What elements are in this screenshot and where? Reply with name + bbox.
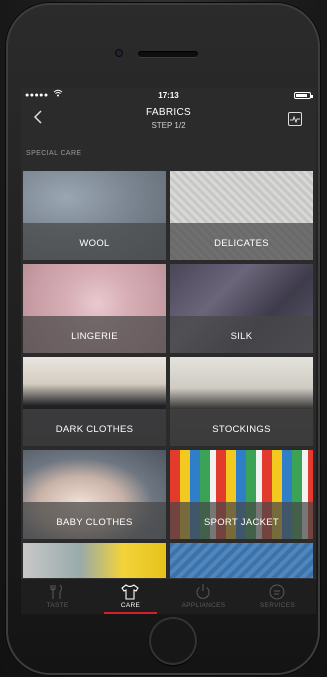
app-screen: ●●●●● 17:13 FABRICS STEP 1/2 SPECIAL CAR…: [21, 88, 316, 614]
tab-taste[interactable]: TASTE: [21, 579, 94, 614]
fabric-tile-lingerie[interactable]: LINGERIE: [23, 264, 166, 353]
battery-icon: [294, 92, 313, 99]
tile-label: SPORT JACKET: [203, 517, 280, 528]
tile-label: DELICATES: [214, 238, 269, 249]
tile-label: SILK: [230, 331, 253, 342]
fabric-tile-dark-clothes[interactable]: DARK CLOTHES: [23, 357, 166, 446]
status-bar: ●●●●● 17:13: [21, 88, 316, 102]
earpiece-speaker: [138, 51, 198, 57]
tab-label: SERVICES: [259, 602, 296, 609]
page-title: FABRICS: [146, 107, 191, 118]
fabric-tile-stockings[interactable]: STOCKINGS: [170, 357, 313, 446]
stats-button[interactable]: [288, 112, 302, 126]
tile-label: LINGERIE: [71, 331, 118, 342]
front-camera: [116, 50, 122, 56]
page-subtitle: STEP 1/2: [151, 121, 186, 130]
fabric-tile-wool[interactable]: WOOL: [23, 171, 166, 260]
tile-label: BABY CLOTHES: [56, 517, 133, 528]
tab-appliances[interactable]: APPLIANCES: [167, 579, 240, 614]
section-label: SPECIAL CARE: [26, 150, 82, 157]
tab-label: TASTE: [46, 602, 69, 609]
home-button[interactable]: [149, 617, 197, 665]
tab-bar: TASTE CARE APPLIANCES SERVICES: [21, 578, 316, 614]
activity-chart-icon: [290, 115, 300, 123]
tile-label: WOOL: [79, 238, 110, 249]
fabric-tile-baby-clothes[interactable]: BABY CLOTHES: [23, 450, 166, 539]
fork-knife-icon: [47, 583, 67, 601]
fabric-tile-delicates[interactable]: DELICATES: [170, 171, 313, 260]
tile-label: STOCKINGS: [212, 424, 271, 435]
chat-icon: [267, 583, 287, 601]
status-time: 17:13: [158, 91, 179, 100]
tab-label: APPLIANCES: [181, 602, 226, 609]
tab-label: CARE: [120, 602, 141, 609]
shirt-icon: [120, 583, 140, 601]
fabric-tile-sport-jacket[interactable]: SPORT JACKET: [170, 450, 313, 539]
tab-care[interactable]: CARE: [94, 579, 167, 614]
nav-bar: FABRICS STEP 1/2: [21, 102, 316, 142]
power-icon: [193, 583, 213, 601]
tile-label: DARK CLOTHES: [55, 424, 134, 435]
tab-services[interactable]: SERVICES: [241, 579, 314, 614]
fabric-tile-silk[interactable]: SILK: [170, 264, 313, 353]
